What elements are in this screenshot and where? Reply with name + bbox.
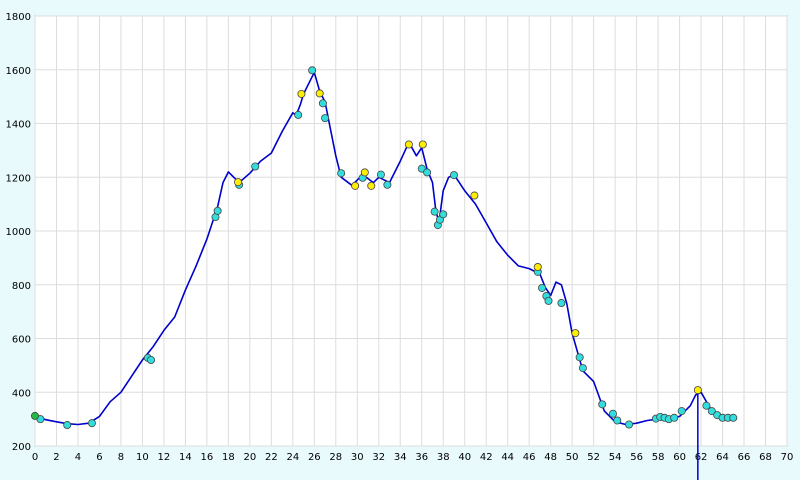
cyan-marker-point <box>557 299 566 308</box>
cyan-marker-point <box>147 355 156 364</box>
yellow-marker-point <box>571 329 580 338</box>
cyan-marker-point <box>251 162 260 171</box>
x-tick-label: 10 <box>136 452 149 463</box>
y-tick-label: 1800 <box>6 12 31 23</box>
yellow-marker-point <box>693 386 702 395</box>
x-tick-label: 66 <box>738 452 751 463</box>
x-tick-label: 56 <box>630 452 643 463</box>
yellow-marker-point <box>404 140 413 149</box>
x-tick-label: 60 <box>673 452 686 463</box>
x-tick-label: 70 <box>781 452 794 463</box>
x-tick-label: 40 <box>458 452 471 463</box>
x-tick-label: 64 <box>716 452 729 463</box>
yellow-marker-point <box>234 178 243 187</box>
x-tick-label: 52 <box>587 452 600 463</box>
x-tick-label: 38 <box>437 452 450 463</box>
y-tick-label: 800 <box>12 281 31 292</box>
x-tick-label: 8 <box>118 452 124 463</box>
cyan-marker-point <box>598 400 607 409</box>
elevation-chart: 20040060080010001200140016001800 0 2 4 6 8 10… <box>0 0 800 480</box>
y-tick-label: 400 <box>12 388 31 399</box>
x-tick-label: 24 <box>286 452 299 463</box>
x-tick-label: 18 <box>222 452 235 463</box>
cyan-marker-point <box>538 283 547 292</box>
y-tick-label: 1200 <box>6 173 31 184</box>
x-tick-label: 28 <box>329 452 342 463</box>
x-tick-label: 34 <box>394 452 407 463</box>
x-tick-label: 16 <box>201 452 214 463</box>
x-tick-label: 30 <box>351 452 364 463</box>
cyan-marker-point <box>677 407 686 416</box>
cyan-marker-point <box>337 169 346 178</box>
cyan-marker-point <box>376 170 385 179</box>
cyan-marker-point <box>449 171 458 180</box>
y-tick-label: 1000 <box>6 227 31 238</box>
x-tick-label: 22 <box>265 452 278 463</box>
yellow-marker-point <box>297 89 306 98</box>
x-tick-label: 12 <box>158 452 171 463</box>
cyan-marker-point <box>575 353 584 362</box>
x-tick-label: 48 <box>544 452 557 463</box>
x-tick-label: 2 <box>53 452 59 463</box>
cyan-marker-point <box>729 413 738 422</box>
y-tick-label: 200 <box>12 442 31 453</box>
cyan-marker-point <box>430 207 439 216</box>
x-tick-label: 20 <box>243 452 256 463</box>
cyan-marker-point <box>625 420 634 429</box>
yellow-marker-point <box>367 181 376 190</box>
x-tick-label: 0 <box>32 452 38 463</box>
cyan-marker-point <box>63 421 72 430</box>
cyan-marker-point <box>423 168 432 177</box>
cyan-marker-point <box>318 99 327 108</box>
cyan-marker-point <box>578 364 587 373</box>
y-tick-label: 1400 <box>6 120 31 131</box>
y-tick-label: 1600 <box>6 66 31 77</box>
cyan-marker-point <box>383 180 392 189</box>
x-tick-label: 62 <box>695 452 708 463</box>
x-tick-label: 46 <box>523 452 536 463</box>
yellow-marker-point <box>533 263 542 272</box>
yellow-marker-point <box>360 168 369 177</box>
x-tick-label: 42 <box>480 452 493 463</box>
x-tick-label: 54 <box>609 452 622 463</box>
x-tick-label: 44 <box>501 452 514 463</box>
cyan-marker-point <box>439 210 448 219</box>
x-tick-label: 32 <box>372 452 385 463</box>
x-tick-label: 26 <box>308 452 321 463</box>
cyan-marker-point <box>613 416 622 425</box>
cyan-marker-point <box>702 401 711 410</box>
x-tick-label: 4 <box>75 452 81 463</box>
x-tick-label: 36 <box>415 452 428 463</box>
x-tick-label: 58 <box>652 452 665 463</box>
x-tick-label: 6 <box>96 452 102 463</box>
x-tick-label: 14 <box>179 452 192 463</box>
cyan-marker-point <box>213 206 222 215</box>
green-marker-point <box>30 411 39 420</box>
cyan-marker-point <box>608 409 617 418</box>
yellow-marker-point <box>351 181 360 190</box>
cyan-marker-point <box>321 114 330 123</box>
cyan-marker-point <box>544 296 553 305</box>
cyan-marker-point <box>294 110 303 119</box>
cyan-marker-point <box>670 413 679 422</box>
cyan-marker-point <box>87 419 96 428</box>
yellow-marker-point <box>418 140 427 149</box>
y-tick-label: 600 <box>12 335 31 346</box>
cyan-marker-point <box>308 66 317 75</box>
x-tick-label: 68 <box>759 452 772 463</box>
x-tick-label: 50 <box>566 452 579 463</box>
yellow-marker-point <box>470 191 479 200</box>
yellow-marker-point <box>315 89 324 98</box>
